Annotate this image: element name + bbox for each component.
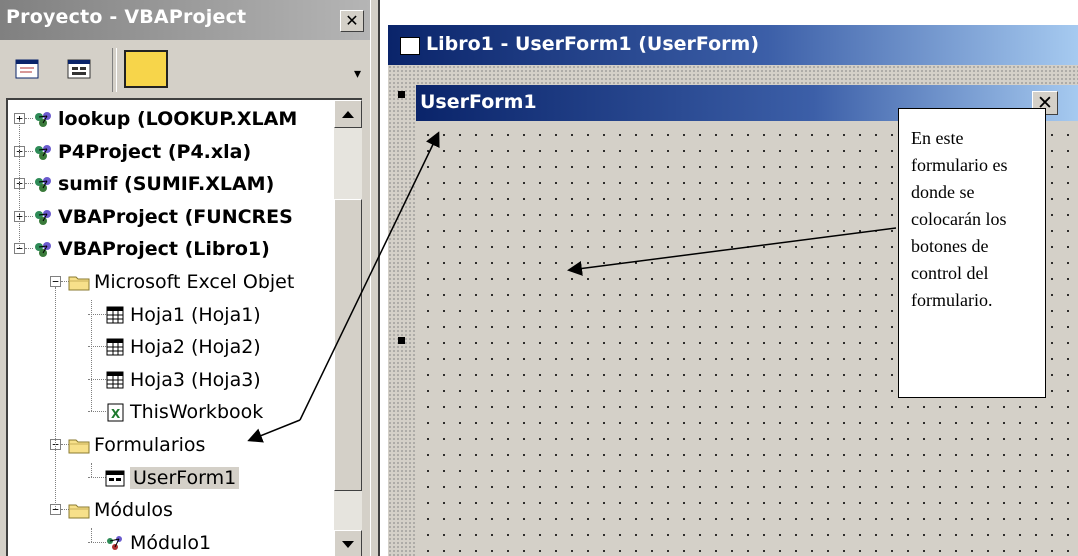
callout-line: control del	[911, 263, 989, 283]
tree-connector	[55, 287, 56, 510]
arrow-up-icon	[342, 111, 354, 118]
tree-connector	[91, 299, 92, 412]
worksheet-icon	[104, 369, 126, 391]
project-explorer: Proyecto - VBAProject ✕ ▾ + lookup (LOOK…	[0, 0, 370, 556]
userform-caption: UserForm1	[420, 91, 537, 113]
tree-node-label: Microsoft Excel Objet	[94, 271, 295, 293]
tree-node-label: UserForm1	[130, 466, 240, 489]
workbook-icon: X	[104, 401, 126, 423]
tree-node-label: Hoja1 (Hoja1)	[130, 303, 261, 326]
tree-node[interactable]: + VBAProject (FUNCRES	[8, 202, 334, 234]
tree-node[interactable]: − Formularios	[8, 430, 334, 462]
tree-node[interactable]: Hoja2 (Hoja2)	[8, 332, 334, 364]
callout-line: donde se	[911, 182, 975, 202]
callout-line: colocarán los	[911, 209, 1007, 229]
worksheet-icon	[104, 336, 126, 358]
userform-window-icon	[400, 37, 420, 55]
callout-line: formulario es	[911, 155, 1008, 175]
tree-node-label: lookup (LOOKUP.XLAM	[58, 108, 298, 130]
tree-node-label: sumif (SUMIF.XLAM)	[58, 173, 275, 196]
designer-titlebar[interactable]: Libro1 - UserForm1 (UserForm)	[388, 25, 1078, 65]
project-tree: + lookup (LOOKUP.XLAM + P4Project (P4.xla) +…	[8, 100, 334, 556]
tree-node-label: ThisWorkbook	[130, 401, 264, 424]
callout-line: formulario.	[911, 290, 993, 310]
pane-splitter[interactable]	[370, 0, 380, 556]
project-explorer-title: Proyecto - VBAProject	[6, 6, 247, 28]
tree-node-label: Módulo1	[130, 531, 212, 554]
view-code-button[interactable]	[12, 55, 42, 83]
tree-connector	[91, 527, 92, 542]
tree-connector	[19, 120, 20, 249]
tree-node[interactable]: − Módulos	[8, 495, 334, 527]
toggle-folders-icon[interactable]	[124, 50, 168, 88]
folder-icon	[68, 499, 90, 521]
vba-project-icon	[32, 173, 54, 195]
folder-icon	[68, 271, 90, 293]
tree-node-label: Módulos	[94, 499, 173, 522]
project-tree-view[interactable]: + lookup (LOOKUP.XLAM + P4Project (P4.xla) +…	[6, 98, 362, 556]
vba-project-icon	[32, 238, 54, 260]
tree-node[interactable]: − VBAProject (Libro1)	[8, 234, 334, 266]
tree-node-label: Hoja2 (Hoja2)	[130, 336, 261, 359]
project-explorer-titlebar[interactable]: Proyecto - VBAProject ✕	[0, 0, 370, 40]
tree-node-label: P4Project (P4.xla)	[58, 140, 252, 163]
tree-node[interactable]: X ThisWorkbook	[8, 397, 334, 429]
tree-connector	[91, 462, 92, 477]
tree-node-label: Hoja3 (Hoja3)	[130, 368, 261, 391]
tree-node-label: VBAProject (FUNCRES	[58, 205, 293, 228]
scroll-down-button[interactable]	[334, 530, 362, 556]
tree-node-label: VBAProject (Libro1)	[58, 238, 270, 261]
vertical-scrollbar[interactable]	[334, 100, 362, 556]
view-code-icon	[15, 59, 39, 79]
svg-text:X: X	[111, 407, 121, 421]
tree-node[interactable]: Hoja3 (Hoja3)	[8, 365, 334, 397]
callout-note: En este formulario es donde se colocarán lo…	[898, 108, 1046, 398]
module-icon	[104, 532, 126, 554]
chevron-down-icon[interactable]: ▾	[354, 66, 361, 82]
vba-project-icon	[32, 108, 54, 130]
userform-icon	[104, 467, 126, 489]
folder-icon	[68, 434, 90, 456]
scroll-up-button[interactable]	[334, 100, 362, 128]
vba-project-icon	[32, 206, 54, 228]
tree-node[interactable]: UserForm1	[8, 463, 334, 495]
collapse-icon[interactable]: −	[50, 276, 61, 287]
scroll-thumb[interactable]	[334, 199, 362, 491]
tree-node[interactable]: − Microsoft Excel Objet	[8, 267, 334, 299]
tree-node-label: Formularios	[94, 434, 206, 456]
tree-node[interactable]: + lookup (LOOKUP.XLAM	[8, 104, 334, 136]
project-explorer-toolbar: ▾	[0, 40, 370, 98]
vba-project-icon	[32, 141, 54, 163]
resize-handle-top-left[interactable]	[398, 91, 405, 98]
tree-node[interactable]: + P4Project (P4.xla)	[8, 137, 334, 169]
callout-line: botones de	[911, 236, 989, 256]
designer-title: Libro1 - UserForm1 (UserForm)	[426, 33, 760, 55]
callout-line: En este	[911, 128, 964, 148]
arrow-down-icon	[342, 541, 354, 548]
worksheet-icon	[104, 304, 126, 326]
tree-node[interactable]: + sumif (SUMIF.XLAM)	[8, 169, 334, 201]
view-object-icon	[67, 59, 91, 79]
view-object-button[interactable]	[64, 55, 94, 83]
resize-handle-left[interactable]	[398, 337, 405, 344]
tree-node[interactable]: Hoja1 (Hoja1)	[8, 300, 334, 332]
toolbar-separator	[112, 48, 117, 92]
close-icon[interactable]: ✕	[340, 10, 364, 32]
tree-node[interactable]: Módulo1	[8, 528, 334, 556]
